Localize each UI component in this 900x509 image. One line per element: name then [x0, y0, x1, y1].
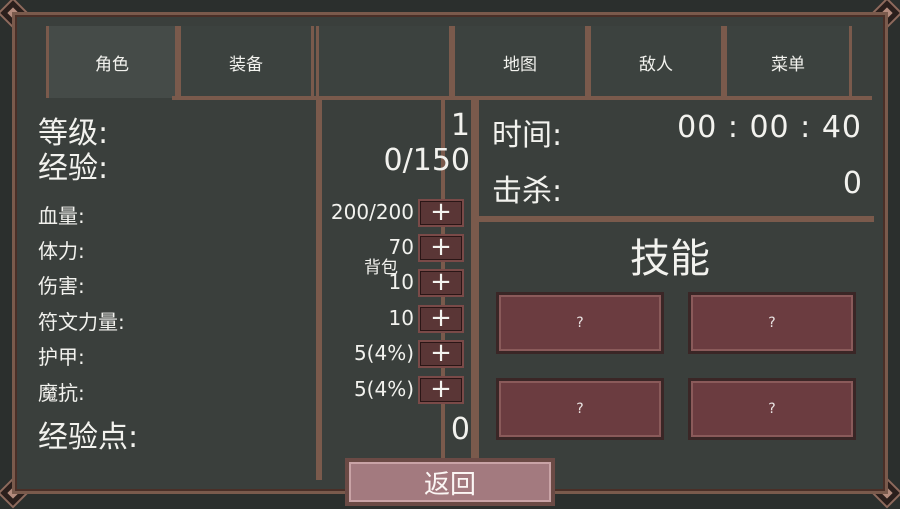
rune-power-value: 10: [388, 306, 414, 330]
armor-plus-button[interactable]: +: [418, 340, 464, 368]
armor-value: 5(4%): [353, 341, 414, 365]
hp-label: 血量:: [38, 204, 85, 228]
time-label: 时间:: [492, 118, 563, 153]
tab-empty[interactable]: [316, 26, 452, 98]
magic-resist-label: 魔抗:: [38, 381, 85, 405]
tab-map[interactable]: 地图: [452, 26, 588, 98]
skill-slot-label: ?: [576, 315, 584, 331]
damage-plus-button[interactable]: +: [418, 269, 464, 297]
tab-label: 菜单: [771, 54, 805, 75]
tab-label: 敌人: [639, 54, 673, 75]
back-button[interactable]: 返回: [345, 458, 555, 506]
kills-label: 击杀:: [492, 174, 563, 209]
skill-slot-1[interactable]: ?: [496, 292, 664, 354]
level-value: 1: [450, 108, 470, 143]
damage-label: 伤害:: [38, 274, 85, 298]
damage-value: 10: [388, 270, 414, 294]
time-value: 00 : 00 : 40: [677, 110, 862, 145]
magic-resist-plus-button[interactable]: +: [418, 376, 464, 404]
hp-value: 200/200: [330, 200, 414, 224]
armor-label: 护甲:: [38, 345, 85, 369]
skill-slot-4[interactable]: ?: [688, 378, 856, 440]
skill-slot-3[interactable]: ?: [496, 378, 664, 440]
tab-menu[interactable]: 菜单: [724, 26, 852, 98]
tab-equipment[interactable]: 装备: [178, 26, 314, 98]
back-button-label: 返回: [423, 469, 476, 500]
magic-resist-value: 5(4%): [353, 377, 414, 401]
rune-power-plus-button[interactable]: +: [418, 305, 464, 333]
tab-character[interactable]: 角色: [46, 26, 178, 98]
kills-value: 0: [842, 166, 862, 201]
exp-points-value: 0: [450, 412, 470, 447]
skill-slot-label: ?: [768, 401, 776, 417]
tab-enemies[interactable]: 敌人: [588, 26, 724, 98]
exp-label: 经验:: [38, 151, 109, 186]
exp-points-label: 经验点:: [38, 420, 139, 455]
tab-label: 地图: [503, 54, 537, 75]
tab-bar: 角色 装备 地图 敌人 菜单: [26, 26, 874, 98]
center-divider: [471, 98, 479, 480]
skills-title: 技能: [630, 236, 710, 282]
skill-slot-label: ?: [768, 315, 776, 331]
tab-label: 角色: [95, 54, 129, 75]
rune-power-label: 符文力量:: [38, 310, 125, 334]
tab-bar-underline: [172, 96, 872, 100]
exp-value: 0/150: [383, 143, 470, 178]
tab-label: 装备: [229, 54, 263, 75]
info-separator: [479, 216, 874, 222]
hp-plus-button[interactable]: +: [418, 199, 464, 227]
stamina-label: 体力:: [38, 239, 85, 263]
skill-slot-label: ?: [576, 401, 584, 417]
stamina-plus-button[interactable]: +: [418, 234, 464, 262]
skill-slot-2[interactable]: ?: [688, 292, 856, 354]
